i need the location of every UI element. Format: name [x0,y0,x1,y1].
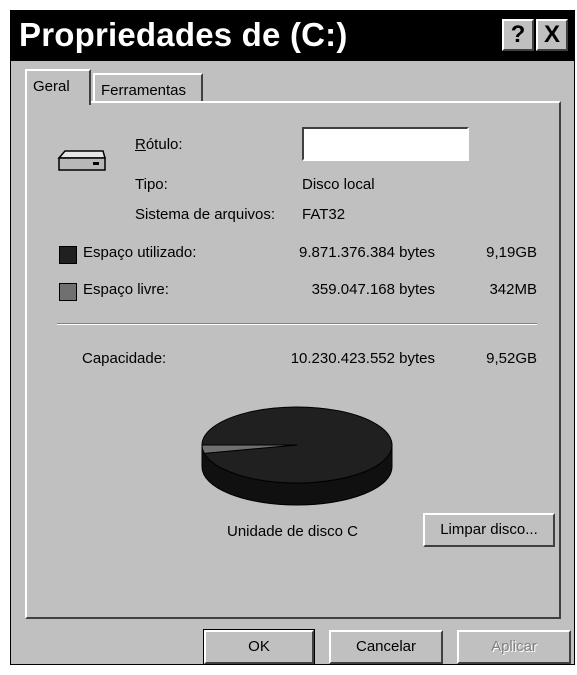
type-caption: Tipo: [135,176,168,193]
label-input[interactable] [302,127,469,161]
drive-caption: Unidade de disco C [227,523,358,540]
window-title: Propriedades de (C:) [19,16,348,53]
type-value: Disco local [302,176,375,193]
free-space-bytes: 359.047.168 bytes [311,281,435,298]
capacity-bytes: 10.230.423.552 bytes [290,350,435,367]
disk-cleanup-label: Limpar disco... [440,521,538,538]
cancel-button[interactable]: Cancelar [329,630,443,664]
apply-button[interactable]: Aplicar [457,630,571,664]
used-space-label: Espaço utilizado: [83,244,197,261]
filesystem-value: FAT32 [302,206,346,223]
capacity-size: 9,52GB [486,350,537,367]
ok-button[interactable]: OK [203,629,315,665]
tab-geral[interactable]: Geral [25,69,91,105]
help-button[interactable]: ? [502,19,534,51]
disk-cleanup-button[interactable]: Limpar disco... [423,513,555,547]
separator [57,323,537,325]
properties-dialog: Propriedades de (C:) ? X Geral Ferrament… [10,10,575,665]
free-space-size: 342MB [489,281,537,298]
tab-ferramentas[interactable]: Ferramentas [93,73,203,103]
free-space-swatch [59,283,77,301]
disk-usage-pie-chart [201,406,393,506]
label-caption: Rótulo: [135,136,183,153]
filesystem-caption: Sistema de arquivos: [135,206,276,223]
hard-drive-icon [57,150,106,171]
free-space-label: Espaço livre: [83,281,169,298]
used-space-swatch [59,246,77,264]
used-space-bytes: 9.871.376.384 bytes [299,244,435,261]
tab-ferramentas-label: Ferramentas [101,82,187,99]
used-space-size: 9,19GB [486,244,537,261]
title-bar[interactable]: Propriedades de (C:) ? X [11,11,574,61]
tab-panel-geral: Rótulo: Tipo: Disco local Sistema de arq… [25,101,561,619]
tab-geral-label: Geral [33,78,70,95]
close-button[interactable]: X [536,19,568,51]
capacity-label: Capacidade: [82,350,167,367]
